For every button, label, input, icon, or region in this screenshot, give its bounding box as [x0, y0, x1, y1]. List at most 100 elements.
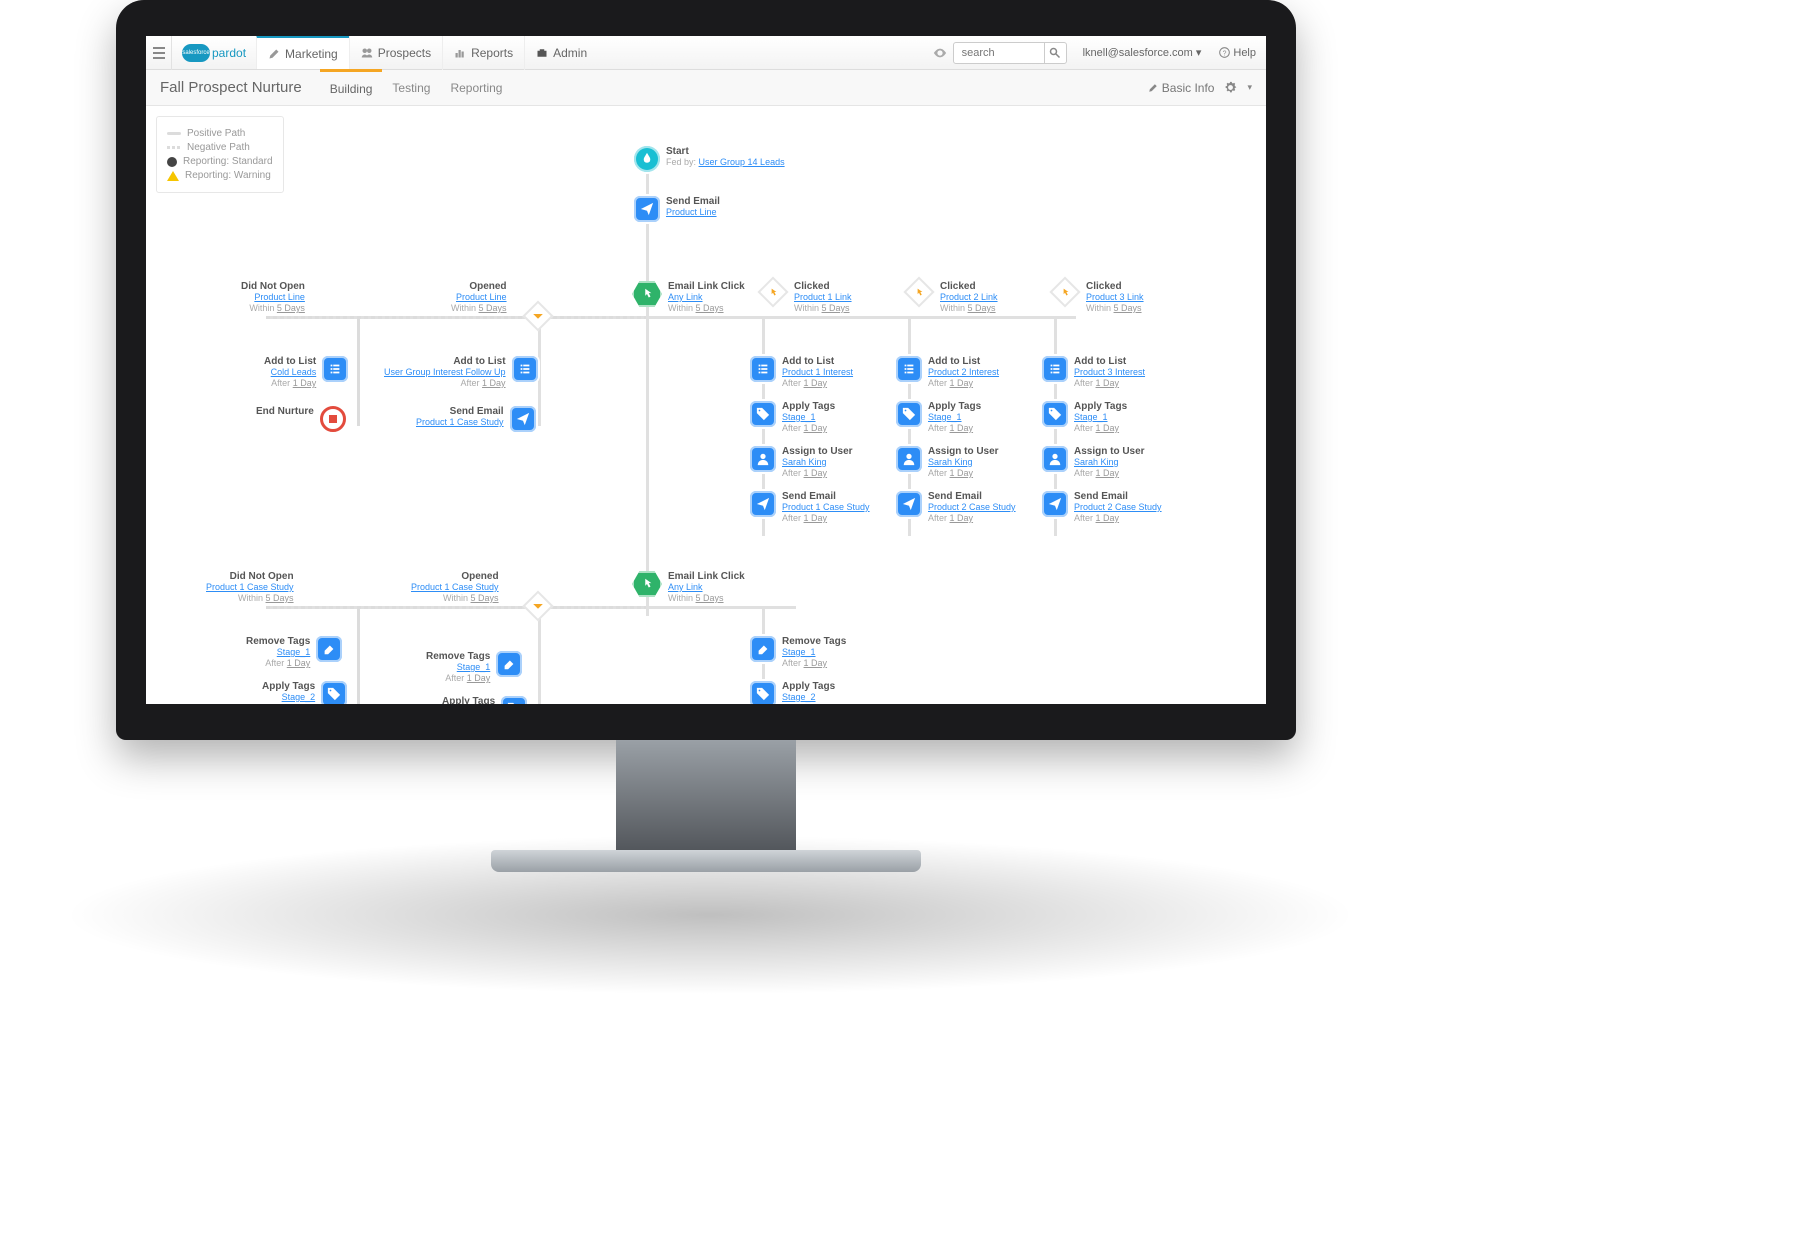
user-menu[interactable]: lknell@salesforce.com ▾	[1075, 46, 1210, 59]
node-email-link-click[interactable]: Email Link ClickAny LinkWithin 5 Days	[632, 281, 745, 313]
node-link[interactable]: Sarah King	[1074, 457, 1119, 467]
diamond-opened-2[interactable]	[522, 590, 553, 621]
node-link[interactable]: Product 2 Link	[940, 292, 998, 302]
node-did-not-open-2[interactable]: Did Not OpenProduct 1 Case StudyWithin 5…	[206, 571, 294, 603]
node-add-to-list-p3[interactable]: Add to ListProduct 3 InterestAfter 1 Day	[1042, 356, 1145, 388]
nav-admin[interactable]: Admin	[524, 36, 598, 70]
node-meta: Within	[794, 303, 819, 313]
node-link[interactable]: Stage_1	[277, 647, 311, 657]
node-link[interactable]: Product 1 Link	[794, 292, 852, 302]
node-link[interactable]: User Group Interest Follow Up	[384, 367, 506, 377]
visibility-icon[interactable]	[933, 46, 947, 60]
node-apply-tags-p3[interactable]: Apply TagsStage_1After 1 Day	[1042, 401, 1127, 433]
node-meta: After	[782, 658, 801, 668]
node-meta-val: 1 Day	[950, 468, 974, 478]
node-send-email-p3[interactable]: Send EmailProduct 2 Case StudyAfter 1 Da…	[1042, 491, 1162, 523]
node-clicked-2[interactable]: ClickedProduct 2 LinkWithin 5 Days	[908, 281, 998, 313]
node-link[interactable]: Product 3 Interest	[1074, 367, 1145, 377]
node-link[interactable]: Sarah King	[782, 457, 827, 467]
search-input[interactable]	[954, 47, 1044, 59]
node-link[interactable]: Product 1 Case Study	[206, 582, 294, 592]
node-link[interactable]: Stage_1	[782, 412, 816, 422]
node-add-to-list-p2[interactable]: Add to ListProduct 2 InterestAfter 1 Day	[896, 356, 999, 388]
basic-info-button[interactable]: Basic Info	[1148, 81, 1215, 95]
node-clicked-3[interactable]: ClickedProduct 3 LinkWithin 5 Days	[1054, 281, 1144, 313]
search-box[interactable]	[953, 42, 1067, 64]
node-apply-tags-s2-2[interactable]: Apply TagsStage_2After 1 Day	[442, 696, 527, 704]
node-meta: Within	[249, 303, 274, 313]
node-add-to-list-follow[interactable]: Add to ListUser Group Interest Follow Up…	[384, 356, 538, 388]
node-link[interactable]: Product Line	[254, 292, 305, 302]
node-link[interactable]: Product 2 Interest	[928, 367, 999, 377]
node-apply-tags-p2[interactable]: Apply TagsStage_1After 1 Day	[896, 401, 981, 433]
diamond-opened[interactable]	[522, 300, 553, 331]
node-send-email[interactable]: Send EmailProduct Line	[634, 196, 720, 222]
node-assign-user-p2[interactable]: Assign to UserSarah KingAfter 1 Day	[896, 446, 999, 478]
node-remove-tags-3[interactable]: Remove TagsStage_1After 1 Day	[750, 636, 846, 668]
node-title: Apply Tags	[782, 401, 835, 412]
tab-building[interactable]: Building	[320, 69, 383, 105]
tab-testing[interactable]: Testing	[382, 70, 440, 106]
node-start[interactable]: StartFed by: User Group 14 Leads	[634, 146, 785, 172]
node-did-not-open[interactable]: Did Not OpenProduct LineWithin 5 Days	[241, 281, 305, 313]
node-add-to-list-p1[interactable]: Add to ListProduct 1 InterestAfter 1 Day	[750, 356, 853, 388]
node-link[interactable]: Stage_1	[928, 412, 962, 422]
node-link[interactable]: Product 2 Case Study	[1074, 502, 1162, 512]
node-link[interactable]: Product 2 Case Study	[928, 502, 1016, 512]
tab-reporting[interactable]: Reporting	[440, 70, 512, 106]
nav-prospects-label: Prospects	[378, 46, 431, 60]
diamond-icon	[1049, 276, 1080, 307]
node-link[interactable]: Product 1 Interest	[782, 367, 853, 377]
node-link[interactable]: Stage_1	[457, 662, 491, 672]
node-link[interactable]: Any Link	[668, 292, 703, 302]
node-link[interactable]: Sarah King	[928, 457, 973, 467]
node-apply-tags-s2[interactable]: Apply TagsStage_2After 1 Day	[262, 681, 347, 704]
node-link[interactable]: Cold Leads	[271, 367, 317, 377]
node-meta: After	[928, 423, 947, 433]
node-meta: After	[928, 513, 947, 523]
node-apply-tags-s2-3[interactable]: Apply TagsStage_2After 1 Day	[750, 681, 835, 704]
node-link[interactable]: Product 1 Case Study	[782, 502, 870, 512]
node-link[interactable]: Stage_1	[1074, 412, 1108, 422]
node-link[interactable]: Product Line	[456, 292, 507, 302]
page-title: Fall Prospect Nurture	[160, 79, 302, 96]
nav-prospects[interactable]: Prospects	[349, 36, 442, 70]
node-opened-2[interactable]: OpenedProduct 1 Case StudyWithin 5 Days	[411, 571, 499, 603]
node-apply-tags-p1[interactable]: Apply TagsStage_1After 1 Day	[750, 401, 835, 433]
pencil-icon	[268, 48, 280, 60]
node-assign-user-p3[interactable]: Assign to UserSarah KingAfter 1 Day	[1042, 446, 1145, 478]
node-remove-tags[interactable]: Remove TagsStage_1After 1 Day	[246, 636, 342, 668]
node-add-to-list-cold[interactable]: Add to ListCold LeadsAfter 1 Day	[264, 356, 348, 388]
node-link[interactable]: Product 1 Case Study	[411, 582, 499, 592]
node-opened[interactable]: OpenedProduct LineWithin 5 Days	[451, 281, 507, 313]
node-link[interactable]: Stage_1	[782, 647, 816, 657]
node-link[interactable]: Stage_2	[782, 692, 816, 702]
node-end-nurture[interactable]: End Nurture	[256, 406, 346, 432]
node-send-email-cs1[interactable]: Send EmailProduct 1 Case Study	[416, 406, 536, 432]
node-link[interactable]: Product 1 Case Study	[416, 417, 504, 427]
node-title: Send Email	[416, 406, 504, 417]
node-meta: Within	[940, 303, 965, 313]
node-remove-tags-2[interactable]: Remove TagsStage_1After 1 Day	[426, 651, 522, 683]
node-assign-user-p1[interactable]: Assign to UserSarah KingAfter 1 Day	[750, 446, 853, 478]
nav-reports[interactable]: Reports	[442, 36, 524, 70]
node-link[interactable]: Any Link	[668, 582, 703, 592]
basic-info-label: Basic Info	[1162, 81, 1215, 95]
node-link[interactable]: Product 3 Link	[1086, 292, 1144, 302]
node-link[interactable]: User Group 14 Leads	[699, 157, 785, 167]
node-clicked-1[interactable]: ClickedProduct 1 LinkWithin 5 Days	[762, 281, 852, 313]
menu-button[interactable]	[146, 36, 172, 70]
node-title: Clicked	[794, 281, 852, 292]
node-link[interactable]: Product Line	[666, 207, 717, 217]
node-send-email-p2[interactable]: Send EmailProduct 2 Case StudyAfter 1 Da…	[896, 491, 1016, 523]
node-send-email-p1[interactable]: Send EmailProduct 1 Case StudyAfter 1 Da…	[750, 491, 870, 523]
gear-icon[interactable]	[1224, 81, 1237, 94]
click-hex-icon	[632, 571, 662, 597]
stop-icon	[320, 406, 346, 432]
node-link[interactable]: Stage_2	[282, 692, 316, 702]
help-link[interactable]: ? Help	[1209, 47, 1266, 59]
node-email-link-click-2[interactable]: Email Link ClickAny LinkWithin 5 Days	[632, 571, 745, 603]
node-meta-val: 1 Day	[293, 378, 317, 388]
search-button[interactable]	[1044, 42, 1066, 64]
nav-marketing[interactable]: Marketing	[256, 36, 349, 69]
